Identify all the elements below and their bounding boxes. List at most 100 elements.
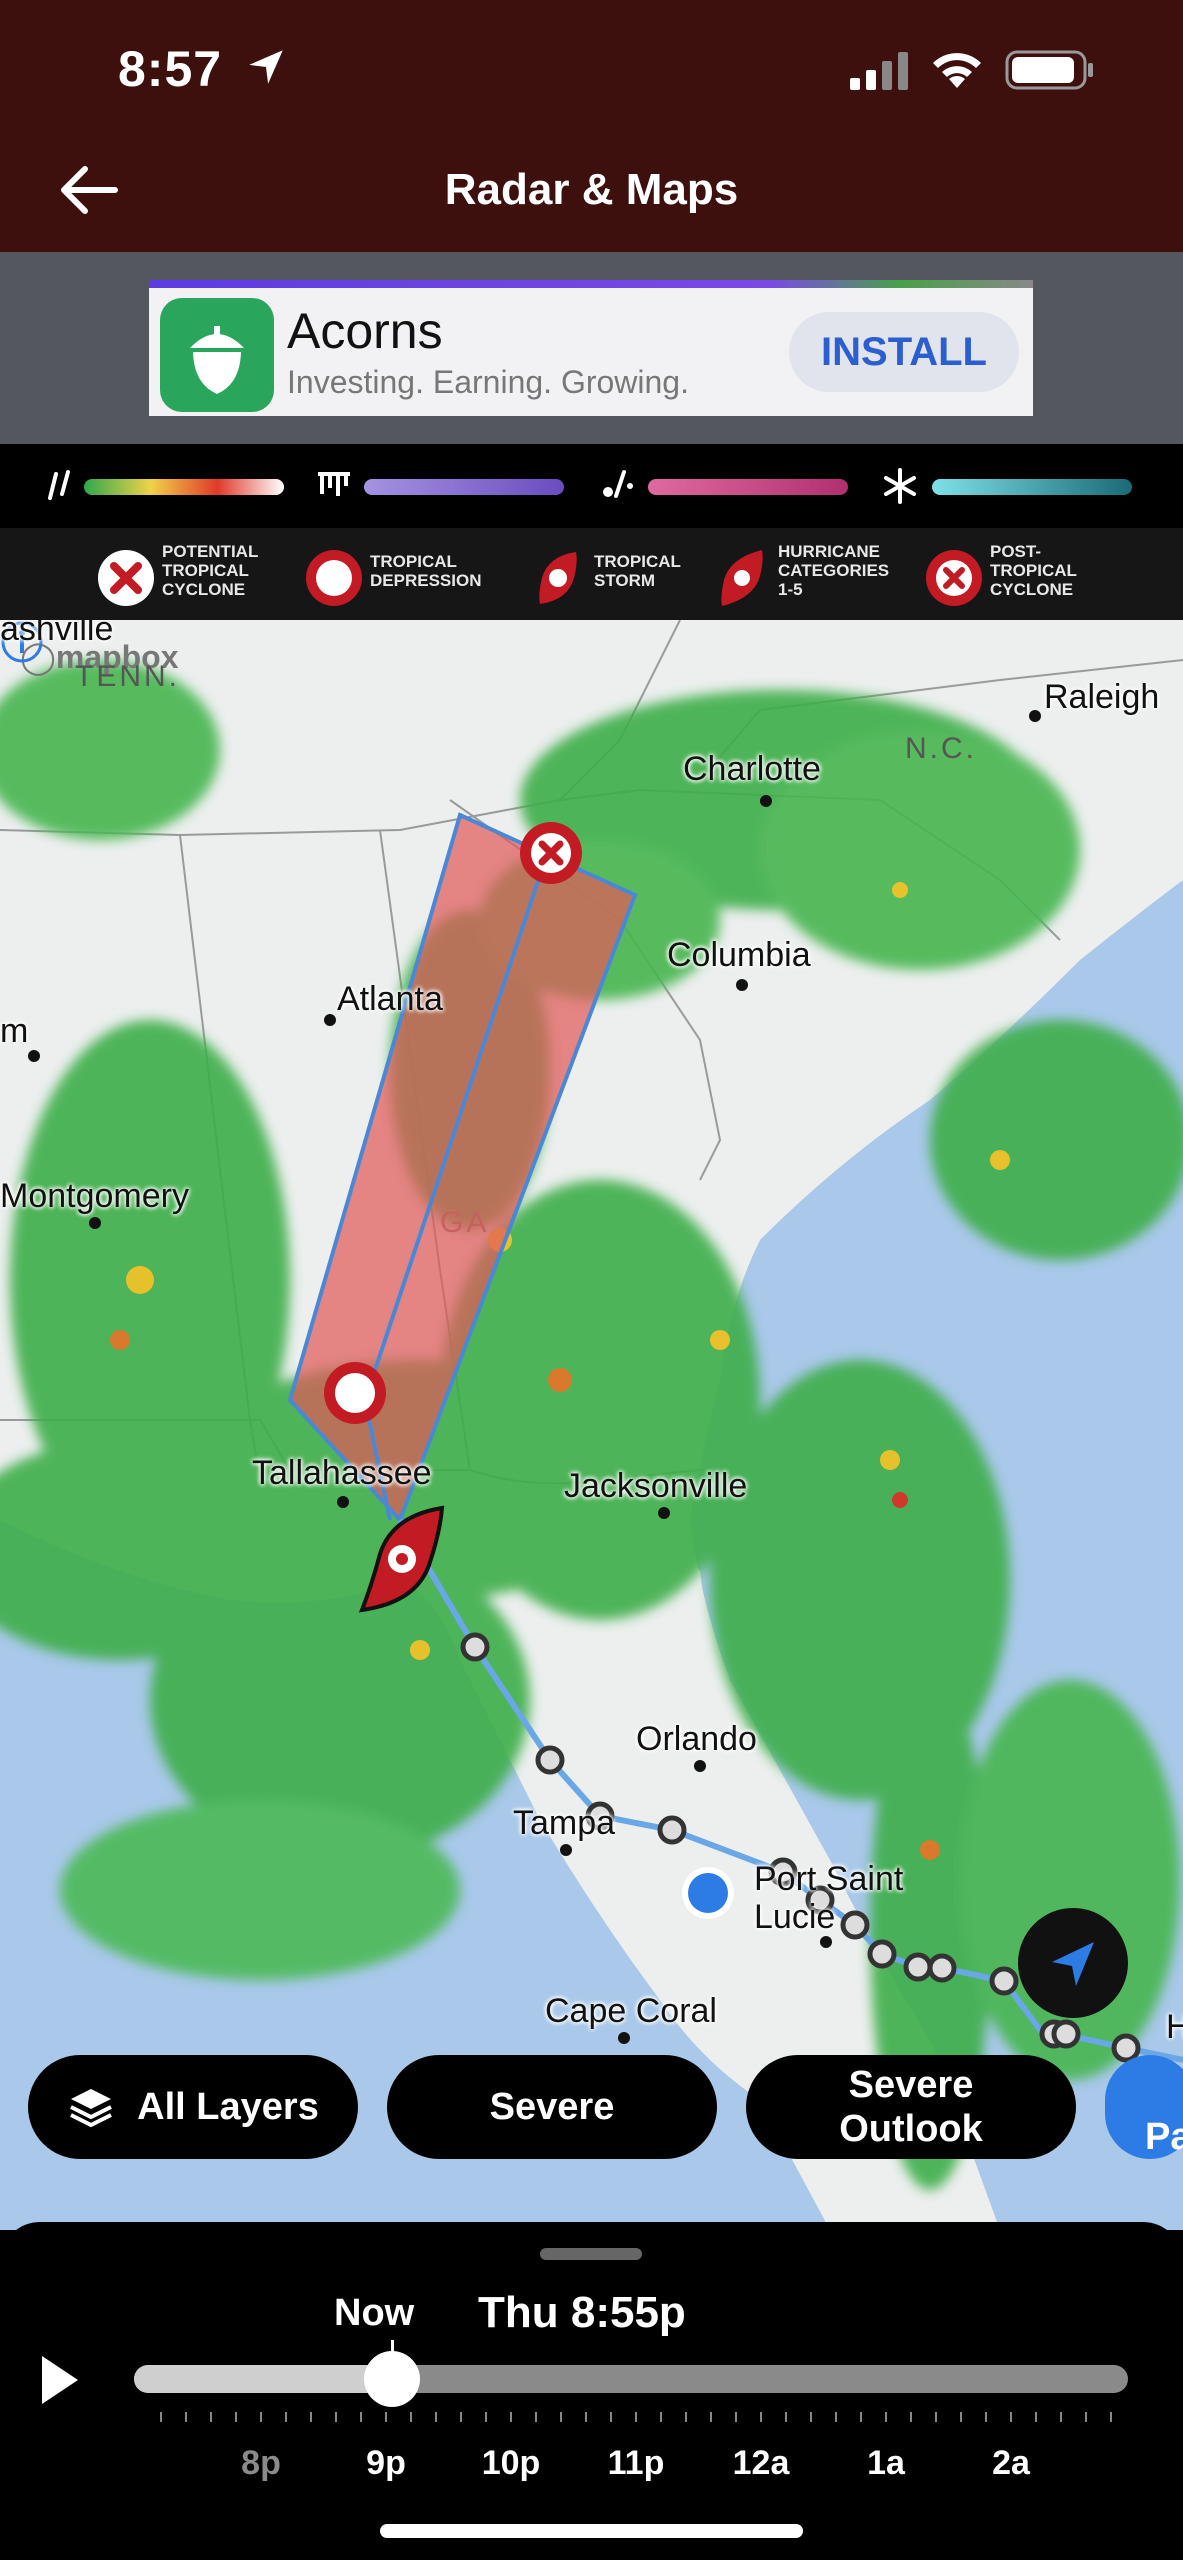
location-arrow-icon <box>249 50 283 84</box>
tropical-depression-icon <box>306 550 362 606</box>
timeline-minor-tick <box>860 2412 862 2422</box>
storm-legend: POTENTIAL TROPICAL CYCLONE TROPICAL DEPR… <box>0 528 1183 620</box>
snowflake-icon <box>884 468 916 504</box>
timeline-minor-tick <box>960 2412 962 2422</box>
timeline-minor-tick <box>910 2412 912 2422</box>
city-orlando: Orlando <box>636 1720 757 1758</box>
ad-accent-bar <box>149 280 1033 288</box>
timeline-minor-tick <box>260 2412 262 2422</box>
sleet-icon <box>603 470 633 498</box>
city-montgomery: Montgomery <box>0 1177 189 1215</box>
acorn-app-icon <box>160 298 274 412</box>
timeline-panel: Now Thu 8:55p 8p 9p 10p 11p 12a 1a 2a <box>0 2222 1183 2560</box>
rain-scale-bar <box>84 479 284 495</box>
ice-scale-bar <box>364 479 564 495</box>
post-tropical-cyclone-marker[interactable] <box>518 820 584 886</box>
all-layers-button[interactable]: All Layers <box>28 2055 358 2159</box>
city-tallahassee: Tallahassee <box>252 1454 432 1492</box>
city-raleigh: Raleigh <box>1044 678 1160 716</box>
snow-scale-bar <box>932 479 1132 495</box>
city-columbia: Columbia <box>667 936 811 974</box>
timeline-minor-tick <box>460 2412 462 2422</box>
timeline-minor-tick <box>935 2412 937 2422</box>
timeline-minor-tick <box>210 2412 212 2422</box>
post-tropical-cyclone-icon <box>926 550 982 606</box>
play-icon[interactable] <box>38 2352 82 2408</box>
hour-label: 8p <box>241 2444 281 2482</box>
timeline-minor-tick <box>835 2412 837 2422</box>
install-button[interactable]: INSTALL <box>789 312 1019 392</box>
state-tenn: TENN. <box>75 660 180 693</box>
timeline-minor-tick <box>785 2412 787 2422</box>
precipitation-legend <box>0 444 1183 528</box>
timeline-minor-tick <box>1010 2412 1012 2422</box>
current-time-label: Thu 8:55p <box>478 2288 686 2337</box>
timeline-minor-tick <box>410 2412 412 2422</box>
timeline-minor-tick <box>360 2412 362 2422</box>
hour-label: 9p <box>366 2444 406 2482</box>
hurricane-icon <box>721 550 763 606</box>
timeline-minor-tick <box>760 2412 762 2422</box>
partial-layer-button[interactable]: Pa <box>1105 2055 1183 2159</box>
hurricane-marker[interactable] <box>352 1504 452 1614</box>
timeline-minor-tick <box>310 2412 312 2422</box>
timeline-minor-tick <box>635 2412 637 2422</box>
timeline-minor-tick <box>610 2412 612 2422</box>
severe-button[interactable]: Severe <box>387 2055 717 2159</box>
battery-icon <box>1005 50 1093 90</box>
timeline-minor-tick <box>735 2412 737 2422</box>
city-cape-coral: Cape Coral <box>545 1992 717 2030</box>
ad-app-name: Acorns <box>287 303 443 359</box>
hour-label: 2a <box>992 2444 1030 2482</box>
city-atlanta: Atlanta <box>337 980 443 1018</box>
page-title: Radar & Maps <box>444 165 739 214</box>
wifi-icon <box>933 53 981 88</box>
timeline-minor-tick <box>660 2412 662 2422</box>
timeline-minor-tick <box>160 2412 162 2422</box>
home-indicator[interactable] <box>380 2524 803 2538</box>
state-nc: N.C. <box>905 732 977 765</box>
radar-map[interactable]: ◯mapbox ashville TENN. Raleigh N.C. Char… <box>0 620 1183 2230</box>
city-tampa: Tampa <box>513 1804 616 1842</box>
timeline-minor-tick <box>510 2412 512 2422</box>
timeline-thumb[interactable] <box>364 2351 421 2407</box>
timeline-minor-tick <box>885 2412 887 2422</box>
hour-label: 11p <box>607 2444 665 2482</box>
timeline-minor-tick <box>435 2412 437 2422</box>
severe-outlook-button[interactable]: Severe Outlook <box>746 2055 1076 2159</box>
status-time: 8:57 <box>118 41 223 97</box>
timeline-minor-tick <box>535 2412 537 2422</box>
timeline-minor-tick <box>985 2412 987 2422</box>
timeline-minor-tick <box>235 2412 237 2422</box>
city-offscreen-label: H <box>1166 2008 1183 2046</box>
city-charlotte: Charlotte <box>683 750 821 788</box>
timeline-minor-tick <box>585 2412 587 2422</box>
timeline-minor-tick <box>485 2412 487 2422</box>
app-header: 8:57 Radar & Maps <box>0 0 1183 252</box>
hour-label: 1a <box>867 2444 905 2482</box>
timeline-minor-tick <box>335 2412 337 2422</box>
tropical-depression-marker[interactable] <box>322 1360 388 1426</box>
city-port-saint-lucie: Port Saint Lucie <box>754 1860 904 1936</box>
timeline-minor-tick <box>810 2412 812 2422</box>
ad-tagline: Investing. Earning. Growing. <box>287 364 689 400</box>
navigation-arrow-icon <box>1052 1942 1094 1986</box>
timeline-minor-tick <box>1110 2412 1112 2422</box>
timeline-minor-tick <box>1085 2412 1087 2422</box>
tropical-storm-icon <box>539 552 577 604</box>
sleet-scale-bar <box>648 479 848 495</box>
state-ga: GA <box>440 1206 490 1239</box>
potential-tropical-cyclone-icon <box>98 550 154 606</box>
drag-handle[interactable] <box>540 2248 642 2260</box>
city-birmingham: m <box>0 1012 29 1050</box>
rain-icon <box>48 470 70 500</box>
ad-banner[interactable]: Acorns Investing. Earning. Growing. INST… <box>149 280 1033 416</box>
now-label: Now <box>334 2292 415 2334</box>
timeline-minor-tick <box>710 2412 712 2422</box>
city-jacksonville: Jacksonville <box>564 1467 748 1505</box>
navigate-button[interactable] <box>1018 1908 1128 2018</box>
timeline-minor-tick <box>560 2412 562 2422</box>
timeline-minor-tick <box>285 2412 287 2422</box>
current-location-marker <box>682 1867 734 1919</box>
timeline-minor-tick <box>185 2412 187 2422</box>
